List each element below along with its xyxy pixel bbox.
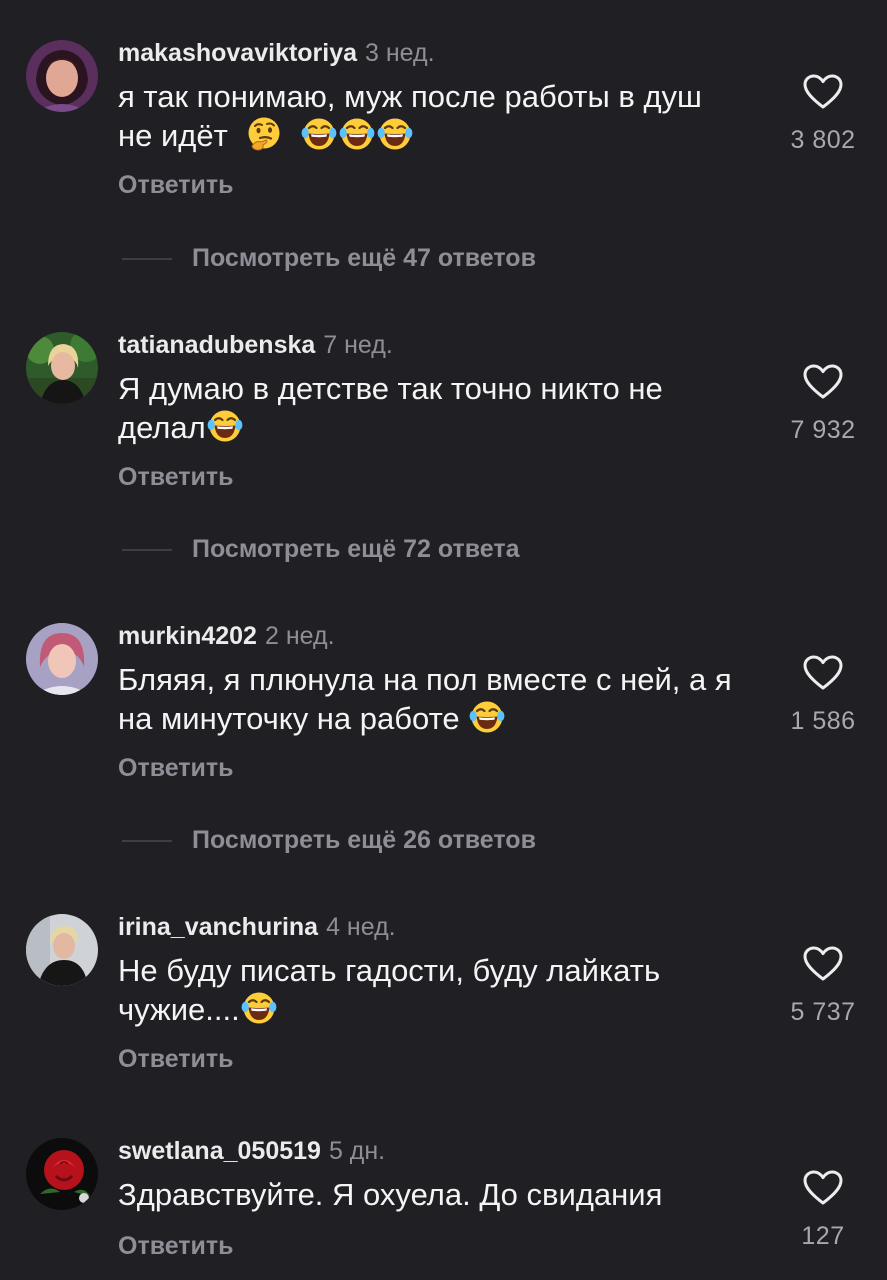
comment-body: irina_vanchurina 4 нед. Не буду писать га…	[118, 912, 778, 1073]
comment-body: murkin4202 2 нед. Бляяя, я плюнула на пол…	[118, 621, 778, 782]
divider	[122, 840, 172, 842]
heart-icon[interactable]	[803, 74, 843, 110]
view-more-replies-button[interactable]: Посмотреть ещё 47 ответов	[118, 241, 818, 275]
comment-text-line: Бляяя, я плюнула на пол вместе с ней, а …	[118, 662, 732, 697]
comment-meta: murkin4202 2 нед.	[118, 621, 778, 651]
username[interactable]: irina_vanchurina	[118, 913, 318, 941]
like-block: 1 586	[760, 655, 886, 736]
comment-text: я так понимаю, муж после работы в душ не…	[118, 78, 778, 155]
tears-of-joy-icon	[377, 116, 413, 152]
like-block: 7 932	[760, 364, 886, 445]
reply-button[interactable]: Ответить	[118, 463, 234, 492]
view-more-replies-label: Посмотреть ещё 26 ответов	[192, 826, 536, 854]
comment-text-line: Я думаю в детстве так точно никто не	[118, 371, 663, 406]
comment-text-line: Здравствуйте. Я охуела. До свидания	[118, 1177, 663, 1212]
reply-button[interactable]: Ответить	[118, 754, 234, 783]
like-count: 127	[801, 1222, 845, 1250]
avatar[interactable]	[26, 1138, 98, 1210]
comment-text-line: чужие....	[118, 992, 240, 1027]
like-block: 3 802	[760, 74, 886, 155]
username[interactable]: murkin4202	[118, 622, 257, 650]
username[interactable]: tatianadubenska	[118, 331, 315, 359]
comment-age: 5 дн.	[328, 1137, 386, 1165]
comment-text: Здравствуйте. Я охуела. До свидания	[118, 1176, 778, 1214]
divider	[122, 258, 172, 260]
tears-of-joy-icon	[339, 116, 375, 152]
comment-age: 7 нед.	[323, 331, 393, 359]
comment-age: 2 нед.	[264, 622, 335, 650]
comment-text: Бляяя, я плюнула на пол вместе с ней, а …	[118, 661, 778, 738]
heart-icon[interactable]	[803, 364, 843, 400]
comment-meta: irina_vanchurina 4 нед.	[118, 912, 778, 942]
view-more-replies-label: Посмотреть ещё 72 ответа	[192, 535, 520, 563]
like-block: 127	[760, 1170, 886, 1251]
comment-body: swetlana_050519 5 дн. Здравствуйте. Я оху…	[118, 1136, 778, 1260]
username[interactable]: swetlana_050519	[118, 1137, 321, 1165]
reply-button[interactable]: Ответить	[118, 171, 234, 200]
tears-of-joy-icon	[469, 699, 505, 735]
tears-of-joy-icon	[241, 990, 277, 1026]
comment-text-line: Не буду писать гадости, буду лайкать	[118, 953, 661, 988]
view-more-replies-label: Посмотреть ещё 47 ответов	[192, 244, 536, 272]
thinking-face-icon	[246, 116, 282, 152]
heart-icon[interactable]	[803, 1170, 843, 1206]
tears-of-joy-icon	[207, 408, 243, 444]
avatar[interactable]	[26, 40, 98, 112]
comment-meta: makashovaviktoriya 3 нед.	[118, 38, 778, 68]
comment-text: Я думаю в детстве так точно никто не дел…	[118, 370, 778, 447]
like-count: 7 932	[790, 416, 856, 444]
heart-icon[interactable]	[803, 655, 843, 691]
comment-text-line: не идёт	[118, 118, 228, 153]
comment-age: 3 нед.	[365, 39, 435, 67]
comment-age: 4 нед.	[326, 913, 396, 941]
avatar[interactable]	[26, 332, 98, 404]
avatar[interactable]	[26, 623, 98, 695]
comment-text-line: на минуточку на работе	[118, 701, 469, 736]
comment-text: Не буду писать гадости, буду лайкать чуж…	[118, 952, 778, 1029]
like-block: 5 737	[760, 946, 886, 1027]
like-count: 1 586	[790, 707, 856, 735]
view-more-replies-button[interactable]: Посмотреть ещё 26 ответов	[118, 823, 818, 857]
comment-meta: swetlana_050519 5 дн.	[118, 1136, 778, 1166]
heart-icon[interactable]	[803, 946, 843, 982]
reply-button[interactable]: Ответить	[118, 1232, 234, 1261]
comment-body: tatianadubenska 7 нед. Я думаю в детстве …	[118, 330, 778, 491]
comments-list: makashovaviktoriya 3 нед. я так понимаю, …	[0, 0, 887, 1280]
like-count: 3 802	[790, 126, 856, 154]
comment-meta: tatianadubenska 7 нед.	[118, 330, 778, 360]
comment-text-line: я так понимаю, муж после работы в душ	[118, 79, 702, 114]
username[interactable]: makashovaviktoriya	[118, 39, 357, 67]
view-more-replies-button[interactable]: Посмотреть ещё 72 ответа	[118, 532, 818, 566]
comment-text-line: делал	[118, 410, 206, 445]
tears-of-joy-icon	[301, 116, 337, 152]
like-count: 5 737	[790, 998, 856, 1026]
divider	[122, 549, 172, 551]
reply-button[interactable]: Ответить	[118, 1045, 234, 1074]
avatar[interactable]	[26, 914, 98, 986]
comment-body: makashovaviktoriya 3 нед. я так понимаю, …	[118, 38, 778, 199]
